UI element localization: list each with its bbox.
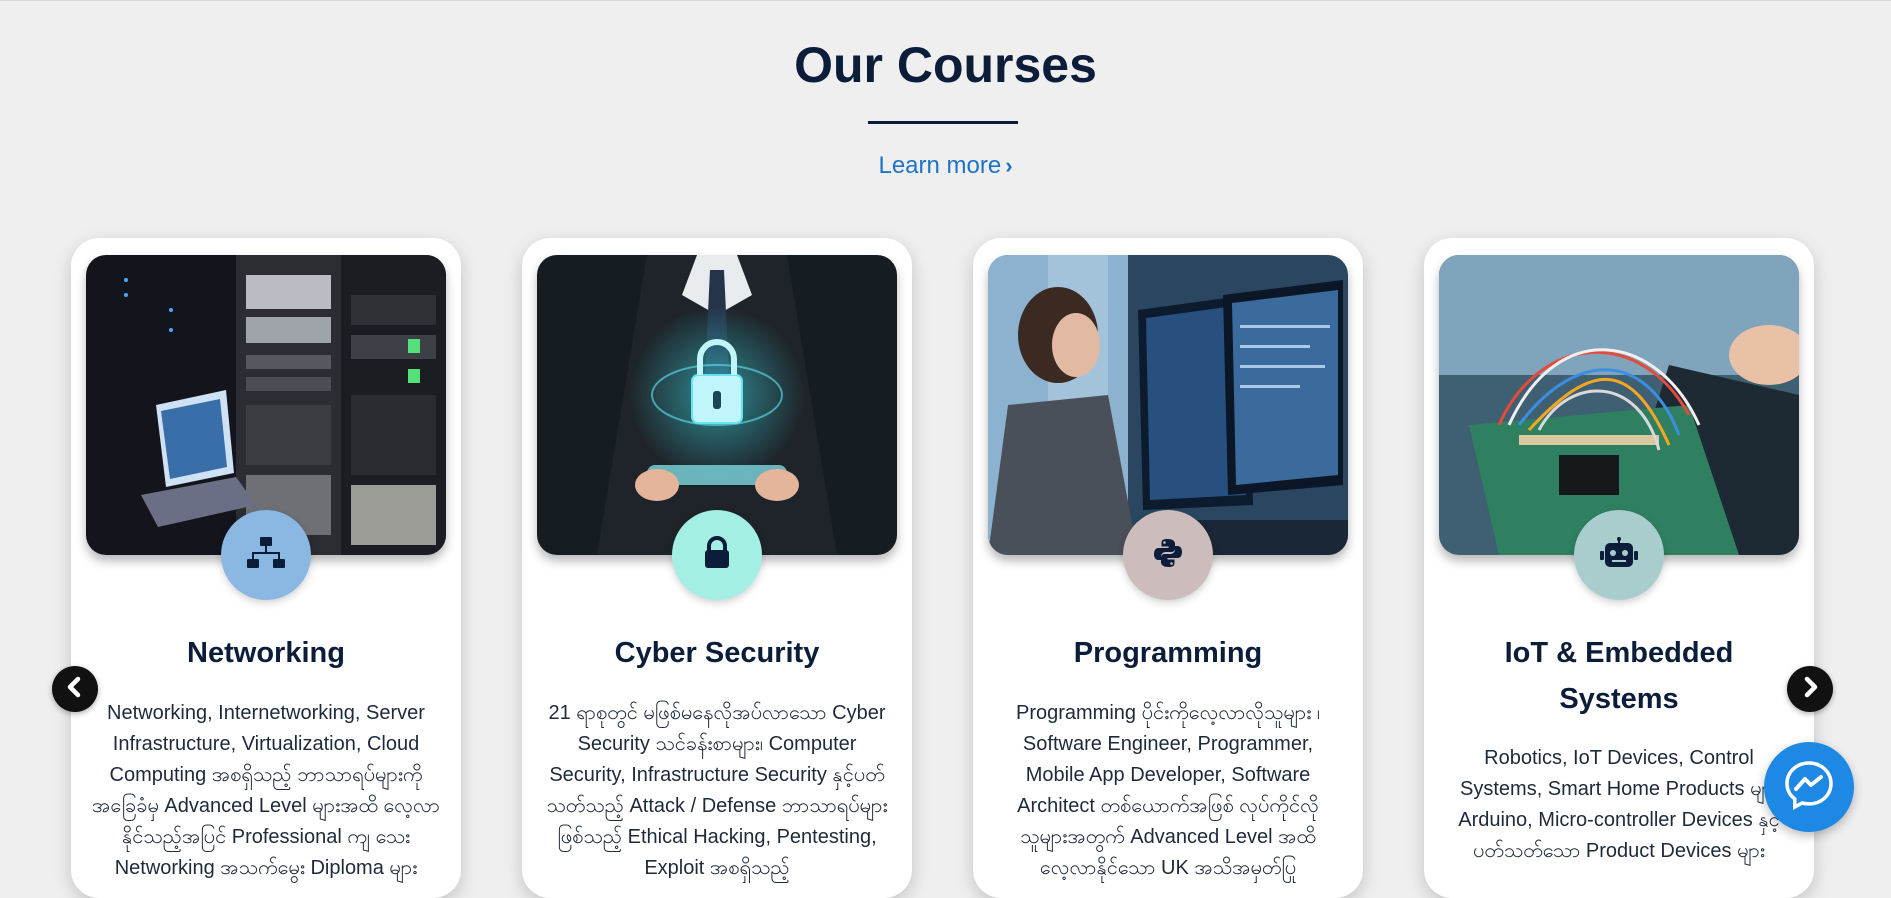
course-card-networking[interactable]: Networking Networking, Internetworking, … (71, 238, 461, 898)
chevron-right-icon: › (1005, 153, 1013, 178)
messenger-chat-button[interactable] (1764, 742, 1854, 832)
title-underline (868, 121, 1018, 124)
section-title: Our Courses (794, 37, 1097, 93)
course-description: Programming ပိုင်းကိုလေ့လာလိုသူများ ၊ So… (1015, 702, 1321, 879)
course-title: Networking (187, 637, 345, 669)
learn-more-label: Learn more (878, 152, 1002, 179)
top-divider (0, 0, 1891, 1)
messenger-icon (1783, 759, 1835, 816)
cyber-security-badge (672, 510, 762, 600)
networking-badge (221, 510, 311, 600)
course-title: Programming (1073, 637, 1263, 669)
iot-embedded-badge (1574, 510, 1664, 600)
carousel-prev-button[interactable] (52, 666, 98, 712)
robot-icon (1600, 536, 1638, 574)
network-icon (246, 535, 286, 576)
course-title-line1: IoT & Embedded (1504, 637, 1734, 669)
course-card-programming[interactable]: Programming Programming ပိုင်းကိုလေ့လာလိ… (973, 238, 1363, 898)
course-description: Networking, Internetworking, Server Infr… (91, 702, 441, 879)
chevron-right-icon (1799, 676, 1821, 703)
course-title: Cyber Security (614, 637, 820, 669)
course-description: Robotics, IoT Devices, Control Systems, … (1458, 747, 1780, 862)
programming-badge (1123, 510, 1213, 600)
course-card-iot-embedded[interactable]: IoT & Embedded Systems Robotics, IoT Devi… (1424, 238, 1814, 898)
course-description: 21 ရာစုတွင် မဖြစ်မနေလိုအပ်လာသော Cyber Se… (546, 702, 888, 879)
python-icon (1152, 537, 1184, 574)
course-title: IoT & Embedded Systems (1444, 630, 1794, 722)
lock-icon (703, 535, 731, 575)
carousel-next-button[interactable] (1787, 666, 1833, 712)
learn-more-link[interactable]: Learn more › (0, 152, 1891, 180)
course-title-line2: Systems (1559, 683, 1679, 715)
chevron-left-icon (64, 676, 86, 703)
course-card-cyber-security[interactable]: Cyber Security 21 ရာစုတွင် မဖြစ်မနေလိုအပ… (522, 238, 912, 898)
